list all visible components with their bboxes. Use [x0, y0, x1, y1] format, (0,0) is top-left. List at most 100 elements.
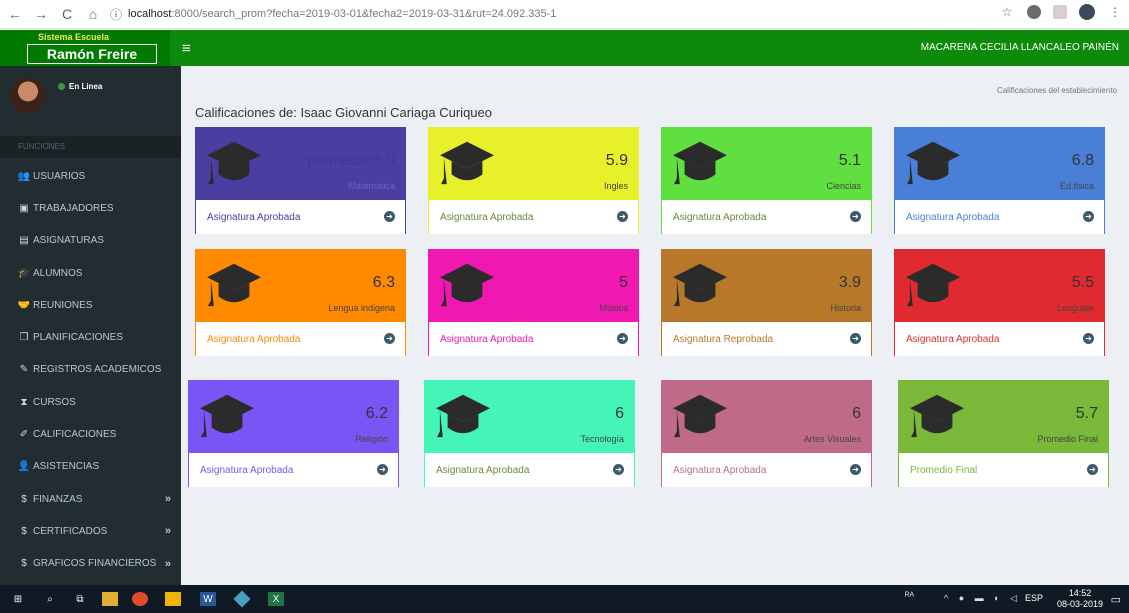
sublime-icon[interactable] [165, 592, 181, 606]
arrow-circle-right-icon[interactable]: ➜ [384, 211, 395, 222]
system-tray[interactable]: ^ ● ▬ ◐ ◁ [944, 593, 1021, 604]
arrow-circle-right-icon[interactable]: ➜ [850, 333, 861, 344]
card-header: 6.3 Lengua indigena [196, 250, 405, 322]
star-icon[interactable]: ☆ [999, 4, 1015, 20]
card-footer-link[interactable]: Asignatura Aprobada ➜ [429, 200, 638, 234]
sidebar-section-header: FUNCIONES [0, 136, 181, 158]
graduation-cap-icon [434, 389, 492, 441]
graduation-cap-icon: 🎓 [17, 267, 31, 279]
sidebar-item-finanzas[interactable]: $ FINANZAS » [0, 483, 181, 515]
notification-icon[interactable]: ▭ [1111, 593, 1121, 606]
sidebar-item-label: REGISTROS ACADEMICOS [33, 364, 162, 376]
breadcrumb[interactable]: Calificaciones del establecimiento [997, 86, 1117, 95]
task-view-icon[interactable]: ⧉ [72, 592, 88, 606]
language-indicator[interactable]: ESP [1025, 593, 1043, 603]
arrow-circle-right-icon[interactable]: ➜ [384, 333, 395, 344]
arrow-circle-right-icon[interactable]: ➜ [850, 464, 861, 475]
profile-avatar[interactable] [1079, 4, 1095, 20]
graduation-cap-icon [671, 258, 729, 310]
grade-card: 5.9 Ingles Asignatura Aprobada ➜ [428, 127, 639, 234]
sidebar-item-registros-academicos[interactable]: ✎ REGISTROS ACADEMICOS [0, 354, 181, 386]
sidebar-item-trabajadores[interactable]: ▣ TRABAJADORES [0, 192, 181, 224]
sidebar-item-cursos[interactable]: ⧗ CURSOS [0, 386, 181, 418]
sidebar-item-label: CERTIFICADOS [33, 525, 108, 537]
pdf-extension-icon[interactable] [1053, 5, 1067, 19]
logo-title: Ramón Freire [27, 44, 157, 64]
windows-start-icon[interactable]: ⊞ [10, 592, 26, 606]
sidebar-item-planificaciones[interactable]: ❐ PLANIFICACIONES [0, 321, 181, 353]
extension-icon[interactable] [1027, 5, 1041, 19]
file-explorer-icon[interactable] [102, 592, 118, 606]
arrow-circle-right-icon[interactable]: ➜ [1083, 333, 1094, 344]
card-footer-link[interactable]: Asignatura Aprobada ➜ [189, 453, 398, 487]
info-icon[interactable]: ⓘ [110, 6, 122, 23]
home-icon[interactable]: ⌂ [82, 3, 104, 25]
hamburger-menu-icon[interactable]: ≡ [182, 40, 191, 57]
subject-name: Matematica [348, 181, 395, 191]
online-status-label: En Linea [69, 82, 103, 91]
address-bar[interactable]: ⓘ localhost :8000/search_prom?fecha=2019… [110, 2, 1010, 26]
card-footer-link[interactable]: Asignatura Aprobada ➜ [895, 200, 1104, 234]
back-icon[interactable]: ← [4, 3, 26, 25]
sidebar-item-label: ALUMNOS [33, 267, 83, 279]
sidebar-item-usuarios[interactable]: 👥 USUARIOS [0, 160, 181, 192]
card-header: 5 Música [429, 250, 638, 322]
graduation-cap-icon [671, 389, 729, 441]
word-icon[interactable]: W [200, 592, 216, 606]
card-footer-label: Asignatura Aprobada [440, 212, 534, 223]
card-footer-link[interactable]: Asignatura Aprobada ➜ [196, 322, 405, 356]
logo[interactable]: Sistema Escuela Ramón Freire [0, 30, 170, 66]
sidebar-item-asignaturas[interactable]: ▤ ASIGNATURAS [0, 225, 181, 257]
card-footer-link[interactable]: Asignatura Aprobada ➜ [429, 322, 638, 356]
chrome-icon[interactable] [132, 592, 148, 606]
graduation-cap-icon [904, 136, 962, 188]
arrow-circle-right-icon[interactable]: ➜ [1087, 464, 1098, 475]
url-host: localhost [128, 8, 172, 20]
arrow-circle-right-icon[interactable]: ➜ [377, 464, 388, 475]
card-footer-link[interactable]: Asignatura Reprobada ➜ [662, 322, 871, 356]
sidebar-item-asistencias[interactable]: 👤 ASISTENCIAS [0, 451, 181, 483]
sidebar: En Linea FUNCIONES 👥 USUARIOS ▣ TRABAJADORE… [0, 66, 181, 585]
sidebar-item-label: CURSOS [33, 396, 76, 408]
user-check-icon: 👤 [17, 461, 31, 473]
dollar-icon: $ [21, 525, 27, 537]
sidebar-item-alumnos[interactable]: 🎓 ALUMNOS [0, 257, 181, 289]
card-footer-link[interactable]: Promedio Final ➜ [899, 453, 1108, 487]
sidebar-item-calificaciones[interactable]: ✐ CALIFICACIONES [0, 418, 181, 450]
user-menu[interactable]: MACARENA CECILIA LLANCALEO PAINÉN [921, 42, 1119, 53]
arrow-circle-right-icon[interactable]: ➜ [617, 211, 628, 222]
top-header: Sistema Escuela Ramón Freire ≡ MACARENA … [0, 30, 1129, 66]
card-footer-link[interactable]: Asignatura Aprobada ➜ [196, 200, 405, 234]
reload-icon[interactable]: C [56, 3, 78, 25]
grade-value: 6 [852, 405, 861, 422]
arrow-circle-right-icon[interactable]: ➜ [1083, 211, 1094, 222]
arrow-circle-right-icon[interactable]: ➜ [613, 464, 624, 475]
sidebar-item-reuniones[interactable]: 🤝 REUNIONES [0, 289, 181, 321]
url-path: :8000/search_prom?fecha=2019-03-01&fecha… [171, 8, 557, 20]
sidebar-item-certificados[interactable]: $ CERTIFICADOS » [0, 515, 181, 547]
grade-value: 3.9 [838, 274, 861, 291]
sidebar-item-label: CALIFICACIONES [33, 429, 117, 441]
search-icon[interactable]: ⌕ [42, 592, 58, 606]
people-icon[interactable]: ᴿᴬ [905, 591, 914, 602]
clock[interactable]: 14:52 08-03-2019 [1057, 588, 1103, 610]
card-footer-label: Asignatura Aprobada [207, 334, 301, 345]
chevron-right-icon: » [164, 525, 171, 538]
git-icon[interactable] [233, 590, 251, 608]
avatar [10, 77, 46, 113]
card-footer-link[interactable]: Asignatura Aprobada ➜ [425, 453, 634, 487]
subject-name: Promedio Final [1037, 434, 1098, 444]
arrow-circle-right-icon[interactable]: ➜ [617, 333, 628, 344]
grade-card: 5 Música Asignatura Aprobada ➜ [428, 249, 639, 356]
card-footer-link[interactable]: Asignatura Aprobada ➜ [895, 322, 1104, 356]
subject-name: Artes Visuales [803, 434, 861, 444]
grade-value: 5.7 [1075, 405, 1098, 422]
excel-icon[interactable]: X [268, 592, 284, 606]
card-footer-link[interactable]: Asignatura Aprobada ➜ [662, 453, 871, 487]
sidebar-item-label: GRAFICOS FINANCIEROS [33, 558, 157, 570]
menu-dots-icon[interactable]: ⋮ [1107, 4, 1123, 20]
forward-icon[interactable]: → [30, 3, 52, 25]
arrow-circle-right-icon[interactable]: ➜ [850, 211, 861, 222]
card-footer-link[interactable]: Asignatura Aprobada ➜ [662, 200, 871, 234]
sidebar-item-graficos-financieros[interactable]: $ GRAFICOS FINANCIEROS » [0, 548, 181, 580]
